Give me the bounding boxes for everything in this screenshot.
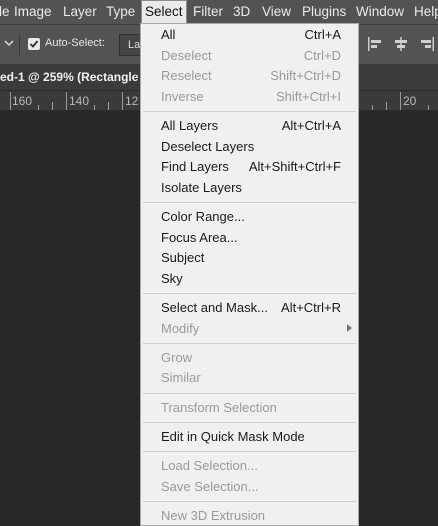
menu-separator xyxy=(143,111,356,113)
menu-item-reselect[interactable]: Reselect Shift+Ctrl+D xyxy=(141,66,358,86)
align-left-icon[interactable] xyxy=(366,35,384,53)
menu-item-label: Focus Area... xyxy=(161,229,238,245)
menu-item-label: Isolate Layers xyxy=(161,179,242,195)
menu-item-subject[interactable]: Subject xyxy=(141,248,358,268)
menu-item-shortcut: Shift+Ctrl+D xyxy=(270,68,341,84)
menu-item-label: Sky xyxy=(161,270,183,286)
menu-item-label: Select and Mask... xyxy=(161,300,268,315)
menu-item-shortcut: Shift+Ctrl+I xyxy=(275,88,341,104)
ruler-label: 12 xyxy=(125,94,139,108)
menu-separator xyxy=(143,422,356,424)
menu-item-focus-area[interactable]: Focus Area... xyxy=(141,228,358,248)
menu-item-deselect[interactable]: Deselect Ctrl+D xyxy=(141,46,358,66)
menu-item-modify[interactable]: Modify xyxy=(141,319,358,339)
menu-item-find-layers[interactable]: Find Layers Alt+Shift+Ctrl+F xyxy=(141,157,358,177)
divider xyxy=(19,35,20,55)
menu-item-shortcut: Alt+Shift+Ctrl+F xyxy=(248,159,341,175)
menu-layer[interactable]: Layer xyxy=(63,0,97,24)
align-right-icon[interactable] xyxy=(418,35,436,53)
menu-item-label: New 3D Extrusion xyxy=(161,507,266,523)
align-center-icon[interactable] xyxy=(392,35,410,53)
menu-filter[interactable]: Filter xyxy=(193,0,223,24)
menu-view[interactable]: View xyxy=(262,0,291,24)
menu-item-label: Edit in Quick Mask Mode xyxy=(161,428,305,444)
menu-item-label: All Layers xyxy=(161,118,219,133)
ruler-tick xyxy=(52,102,53,110)
ruler-tick xyxy=(66,92,67,110)
menu-item-label: Inverse xyxy=(161,88,204,104)
auto-select-label: Auto-Select: xyxy=(45,37,105,49)
menu-item-grow[interactable]: Grow xyxy=(141,348,358,368)
menu-item-similar[interactable]: Similar xyxy=(141,368,358,388)
select-menu-dropdown: All Ctrl+A Deselect Ctrl+D Reselect Shift+Ctr… xyxy=(140,23,359,526)
menu-separator xyxy=(143,501,356,503)
ruler-tick xyxy=(38,105,39,110)
menu-item-shortcut: Ctrl+A xyxy=(304,27,341,42)
menu-item-transform-selection[interactable]: Transform Selection xyxy=(141,398,358,418)
menu-help[interactable]: Help xyxy=(414,0,438,24)
menu-3d[interactable]: 3D xyxy=(233,0,250,24)
menu-item-new-3d-extrusion[interactable]: New 3D Extrusion xyxy=(141,506,358,525)
menu-separator xyxy=(143,202,356,204)
menu-item-label: Find Layers xyxy=(161,159,229,175)
menu-item-inverse[interactable]: Inverse Shift+Ctrl+I xyxy=(141,87,358,107)
document-title: ed-1 @ 259% (Rectangle 1 xyxy=(0,70,149,84)
menu-file[interactable]: le xyxy=(0,0,10,24)
ruler-tick xyxy=(122,92,123,110)
menu-separator xyxy=(143,343,356,345)
menu-item-label: Transform Selection xyxy=(161,399,277,415)
menu-item-isolate-layers[interactable]: Isolate Layers xyxy=(141,178,358,198)
auto-select-checkbox[interactable] xyxy=(28,38,40,50)
menu-item-shortcut: Ctrl+D xyxy=(303,47,341,63)
submenu-arrow-icon xyxy=(347,323,352,332)
menu-item-shortcut: Alt+Ctrl+A xyxy=(281,118,341,133)
menu-select[interactable]: Select xyxy=(141,0,187,24)
ruler-tick xyxy=(94,105,95,110)
menu-item-save-selection[interactable]: Save Selection... xyxy=(141,477,358,497)
menu-item-load-selection[interactable]: Load Selection... xyxy=(141,456,358,476)
menu-item-label: Reselect xyxy=(161,68,212,84)
ruler-tick xyxy=(10,92,11,110)
ruler-tick xyxy=(372,105,373,110)
menu-item-label: Deselect Layers xyxy=(161,138,255,154)
menu-item-edit-in-quick-mask-mode[interactable]: Edit in Quick Mask Mode xyxy=(141,427,358,447)
menu-item-all[interactable]: All Ctrl+A xyxy=(141,25,358,45)
menu-separator xyxy=(143,451,356,453)
ruler-label: 20 xyxy=(403,94,417,108)
menu-item-sky[interactable]: Sky xyxy=(141,269,358,289)
menu-item-label: Save Selection... xyxy=(161,478,259,494)
menu-item-shortcut: Alt+Ctrl+R xyxy=(281,300,341,315)
menu-item-select-and-mask[interactable]: Select and Mask... Alt+Ctrl+R xyxy=(141,298,358,318)
menu-item-label: Similar xyxy=(161,370,201,386)
menu-item-label: Color Range... xyxy=(161,209,245,224)
menu-item-all-layers[interactable]: All Layers Alt+Ctrl+A xyxy=(141,116,358,136)
ruler-label: 160 xyxy=(12,94,33,108)
menu-separator xyxy=(143,293,356,295)
menu-item-deselect-layers[interactable]: Deselect Layers xyxy=(141,137,358,157)
ruler-tick xyxy=(108,102,109,110)
menu-item-label: Deselect xyxy=(161,47,212,63)
chevron-down-icon[interactable] xyxy=(4,37,16,49)
ruler-tick xyxy=(400,92,401,110)
menu-bar: le Image Layer Type Select Filter 3D Vie… xyxy=(0,0,438,24)
menu-item-label: Grow xyxy=(161,349,193,365)
menu-item-color-range[interactable]: Color Range... xyxy=(141,207,358,227)
menu-separator xyxy=(143,393,356,394)
menu-window[interactable]: Window xyxy=(356,0,404,24)
menu-item-label: All xyxy=(161,27,176,42)
ruler-tick xyxy=(428,105,429,110)
menu-plugins[interactable]: Plugins xyxy=(302,0,346,24)
menu-item-label: Modify xyxy=(161,320,200,336)
menu-item-label: Load Selection... xyxy=(161,458,258,473)
ruler-tick xyxy=(386,102,387,110)
menu-item-label: Subject xyxy=(161,250,205,266)
ruler-label: 140 xyxy=(69,94,90,108)
menu-type[interactable]: Type xyxy=(106,0,135,24)
menu-image[interactable]: Image xyxy=(14,0,52,24)
